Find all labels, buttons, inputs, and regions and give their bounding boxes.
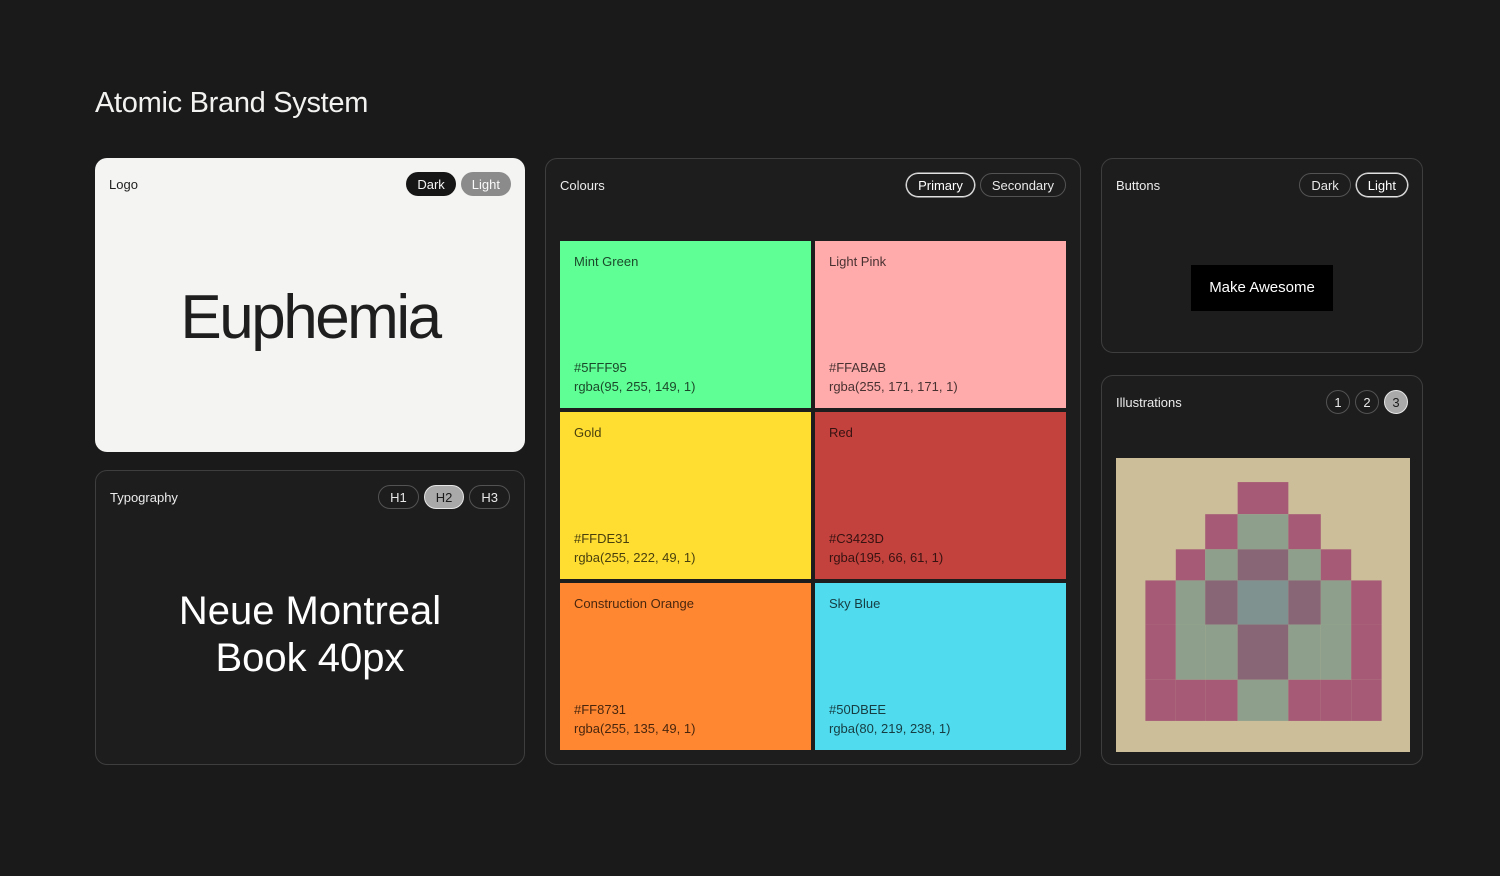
h2-toggle[interactable]: H2 xyxy=(424,485,465,509)
type-specimen-area: Neue Montreal Book 40px xyxy=(110,509,510,750)
illustration-1-toggle[interactable]: 1 xyxy=(1326,390,1350,414)
swatch-rgba: rgba(255, 171, 171, 1) xyxy=(829,378,958,397)
swatch-name: Red xyxy=(829,425,1052,440)
swatch-meta: #FFDE31 rgba(255, 222, 49, 1) xyxy=(574,530,695,568)
logo-card-header: Logo Dark Light xyxy=(109,172,511,196)
make-awesome-button[interactable]: Make Awesome xyxy=(1191,265,1333,311)
swatch-hex: #C3423D xyxy=(829,530,943,549)
logo-theme-toggle: Dark Light xyxy=(406,172,511,196)
buttons-dark-toggle[interactable]: Dark xyxy=(1299,173,1350,197)
swatch-light-pink: Light Pink #FFABAB rgba(255, 171, 171, 1… xyxy=(815,241,1066,408)
swatch-gold: Gold #FFDE31 rgba(255, 222, 49, 1) xyxy=(560,412,811,579)
swatch-name: Light Pink xyxy=(829,254,1052,269)
swatch-rgba: rgba(195, 66, 61, 1) xyxy=(829,549,943,568)
secondary-palette-toggle[interactable]: Secondary xyxy=(980,173,1066,197)
colours-card: Colours Primary Secondary Mint Green #5F… xyxy=(545,158,1081,765)
illustrations-card: Illustrations 1 2 3 xyxy=(1101,375,1423,765)
page-title: Atomic Brand System xyxy=(95,87,368,120)
swatch-name: Sky Blue xyxy=(829,596,1052,611)
swatch-meta: #FF8731 rgba(255, 135, 49, 1) xyxy=(574,701,695,739)
illustration-picker: 1 2 3 xyxy=(1326,390,1408,414)
swatch-hex: #50DBEE xyxy=(829,701,950,720)
logo-light-toggle[interactable]: Light xyxy=(461,172,511,196)
typography-card: Typography H1 H2 H3 Neue Montreal Book 4… xyxy=(95,470,525,765)
swatch-meta: #50DBEE rgba(80, 219, 238, 1) xyxy=(829,701,950,739)
logo-dark-toggle[interactable]: Dark xyxy=(406,172,455,196)
swatch-hex: #FFABAB xyxy=(829,359,958,378)
swatch-name: Construction Orange xyxy=(574,596,797,611)
type-specimen: Neue Montreal Book 40px xyxy=(179,588,441,681)
button-preview-area: Make Awesome xyxy=(1116,197,1408,338)
swatch-rgba: rgba(255, 222, 49, 1) xyxy=(574,549,695,568)
buttons-card-label: Buttons xyxy=(1116,178,1160,193)
buttons-card-header: Buttons Dark Light xyxy=(1116,173,1408,197)
buttons-theme-toggle: Dark Light xyxy=(1299,173,1408,197)
swatch-rgba: rgba(255, 135, 49, 1) xyxy=(574,720,695,739)
pixel-art-illustration xyxy=(1116,458,1410,752)
buttons-card: Buttons Dark Light Make Awesome xyxy=(1101,158,1423,353)
swatch-sky-blue: Sky Blue #50DBEE rgba(80, 219, 238, 1) xyxy=(815,583,1066,750)
card-board: Logo Dark Light Euphemia Typography H1 H… xyxy=(95,158,1423,765)
swatch-hex: #FFDE31 xyxy=(574,530,695,549)
swatch-meta: #5FFF95 rgba(95, 255, 149, 1) xyxy=(574,359,695,397)
h1-toggle[interactable]: H1 xyxy=(378,485,419,509)
swatch-name: Mint Green xyxy=(574,254,797,269)
swatch-red: Red #C3423D rgba(195, 66, 61, 1) xyxy=(815,412,1066,579)
colours-card-label: Colours xyxy=(560,178,605,193)
center-column: Colours Primary Secondary Mint Green #5F… xyxy=(545,158,1081,765)
brand-wordmark: Euphemia xyxy=(180,282,439,353)
typography-card-header: Typography H1 H2 H3 xyxy=(110,485,510,509)
swatch-hex: #5FFF95 xyxy=(574,359,695,378)
heading-level-toggle: H1 H2 H3 xyxy=(378,485,510,509)
primary-palette-toggle[interactable]: Primary xyxy=(906,173,975,197)
palette-toggle: Primary Secondary xyxy=(906,173,1066,197)
swatch-grid: Mint Green #5FFF95 rgba(95, 255, 149, 1)… xyxy=(560,241,1066,750)
swatch-hex: #FF8731 xyxy=(574,701,695,720)
typography-card-label: Typography xyxy=(110,490,178,505)
swatch-meta: #FFABAB rgba(255, 171, 171, 1) xyxy=(829,359,958,397)
logo-preview-area: Euphemia xyxy=(109,196,511,438)
colours-card-header: Colours Primary Secondary xyxy=(560,173,1066,197)
buttons-light-toggle[interactable]: Light xyxy=(1356,173,1408,197)
swatch-rgba: rgba(80, 219, 238, 1) xyxy=(829,720,950,739)
illustration-2-toggle[interactable]: 2 xyxy=(1355,390,1379,414)
logo-card: Logo Dark Light Euphemia xyxy=(95,158,525,452)
swatch-mint-green: Mint Green #5FFF95 rgba(95, 255, 149, 1) xyxy=(560,241,811,408)
type-specimen-line2: Book 40px xyxy=(179,635,441,681)
illustrations-card-label: Illustrations xyxy=(1116,395,1182,410)
swatch-name: Gold xyxy=(574,425,797,440)
swatch-meta: #C3423D rgba(195, 66, 61, 1) xyxy=(829,530,943,568)
right-column: Buttons Dark Light Make Awesome Illustra… xyxy=(1101,158,1423,765)
h3-toggle[interactable]: H3 xyxy=(469,485,510,509)
page: Atomic Brand System Logo Dark Light Euph… xyxy=(0,0,1500,876)
logo-card-label: Logo xyxy=(109,177,138,192)
swatch-construction-orange: Construction Orange #FF8731 rgba(255, 13… xyxy=(560,583,811,750)
type-specimen-line1: Neue Montreal xyxy=(179,588,441,634)
illustration-3-toggle[interactable]: 3 xyxy=(1384,390,1408,414)
illustration-preview-area xyxy=(1116,458,1408,752)
left-column: Logo Dark Light Euphemia Typography H1 H… xyxy=(95,158,525,765)
illustrations-card-header: Illustrations 1 2 3 xyxy=(1116,390,1408,414)
swatch-rgba: rgba(95, 255, 149, 1) xyxy=(574,378,695,397)
